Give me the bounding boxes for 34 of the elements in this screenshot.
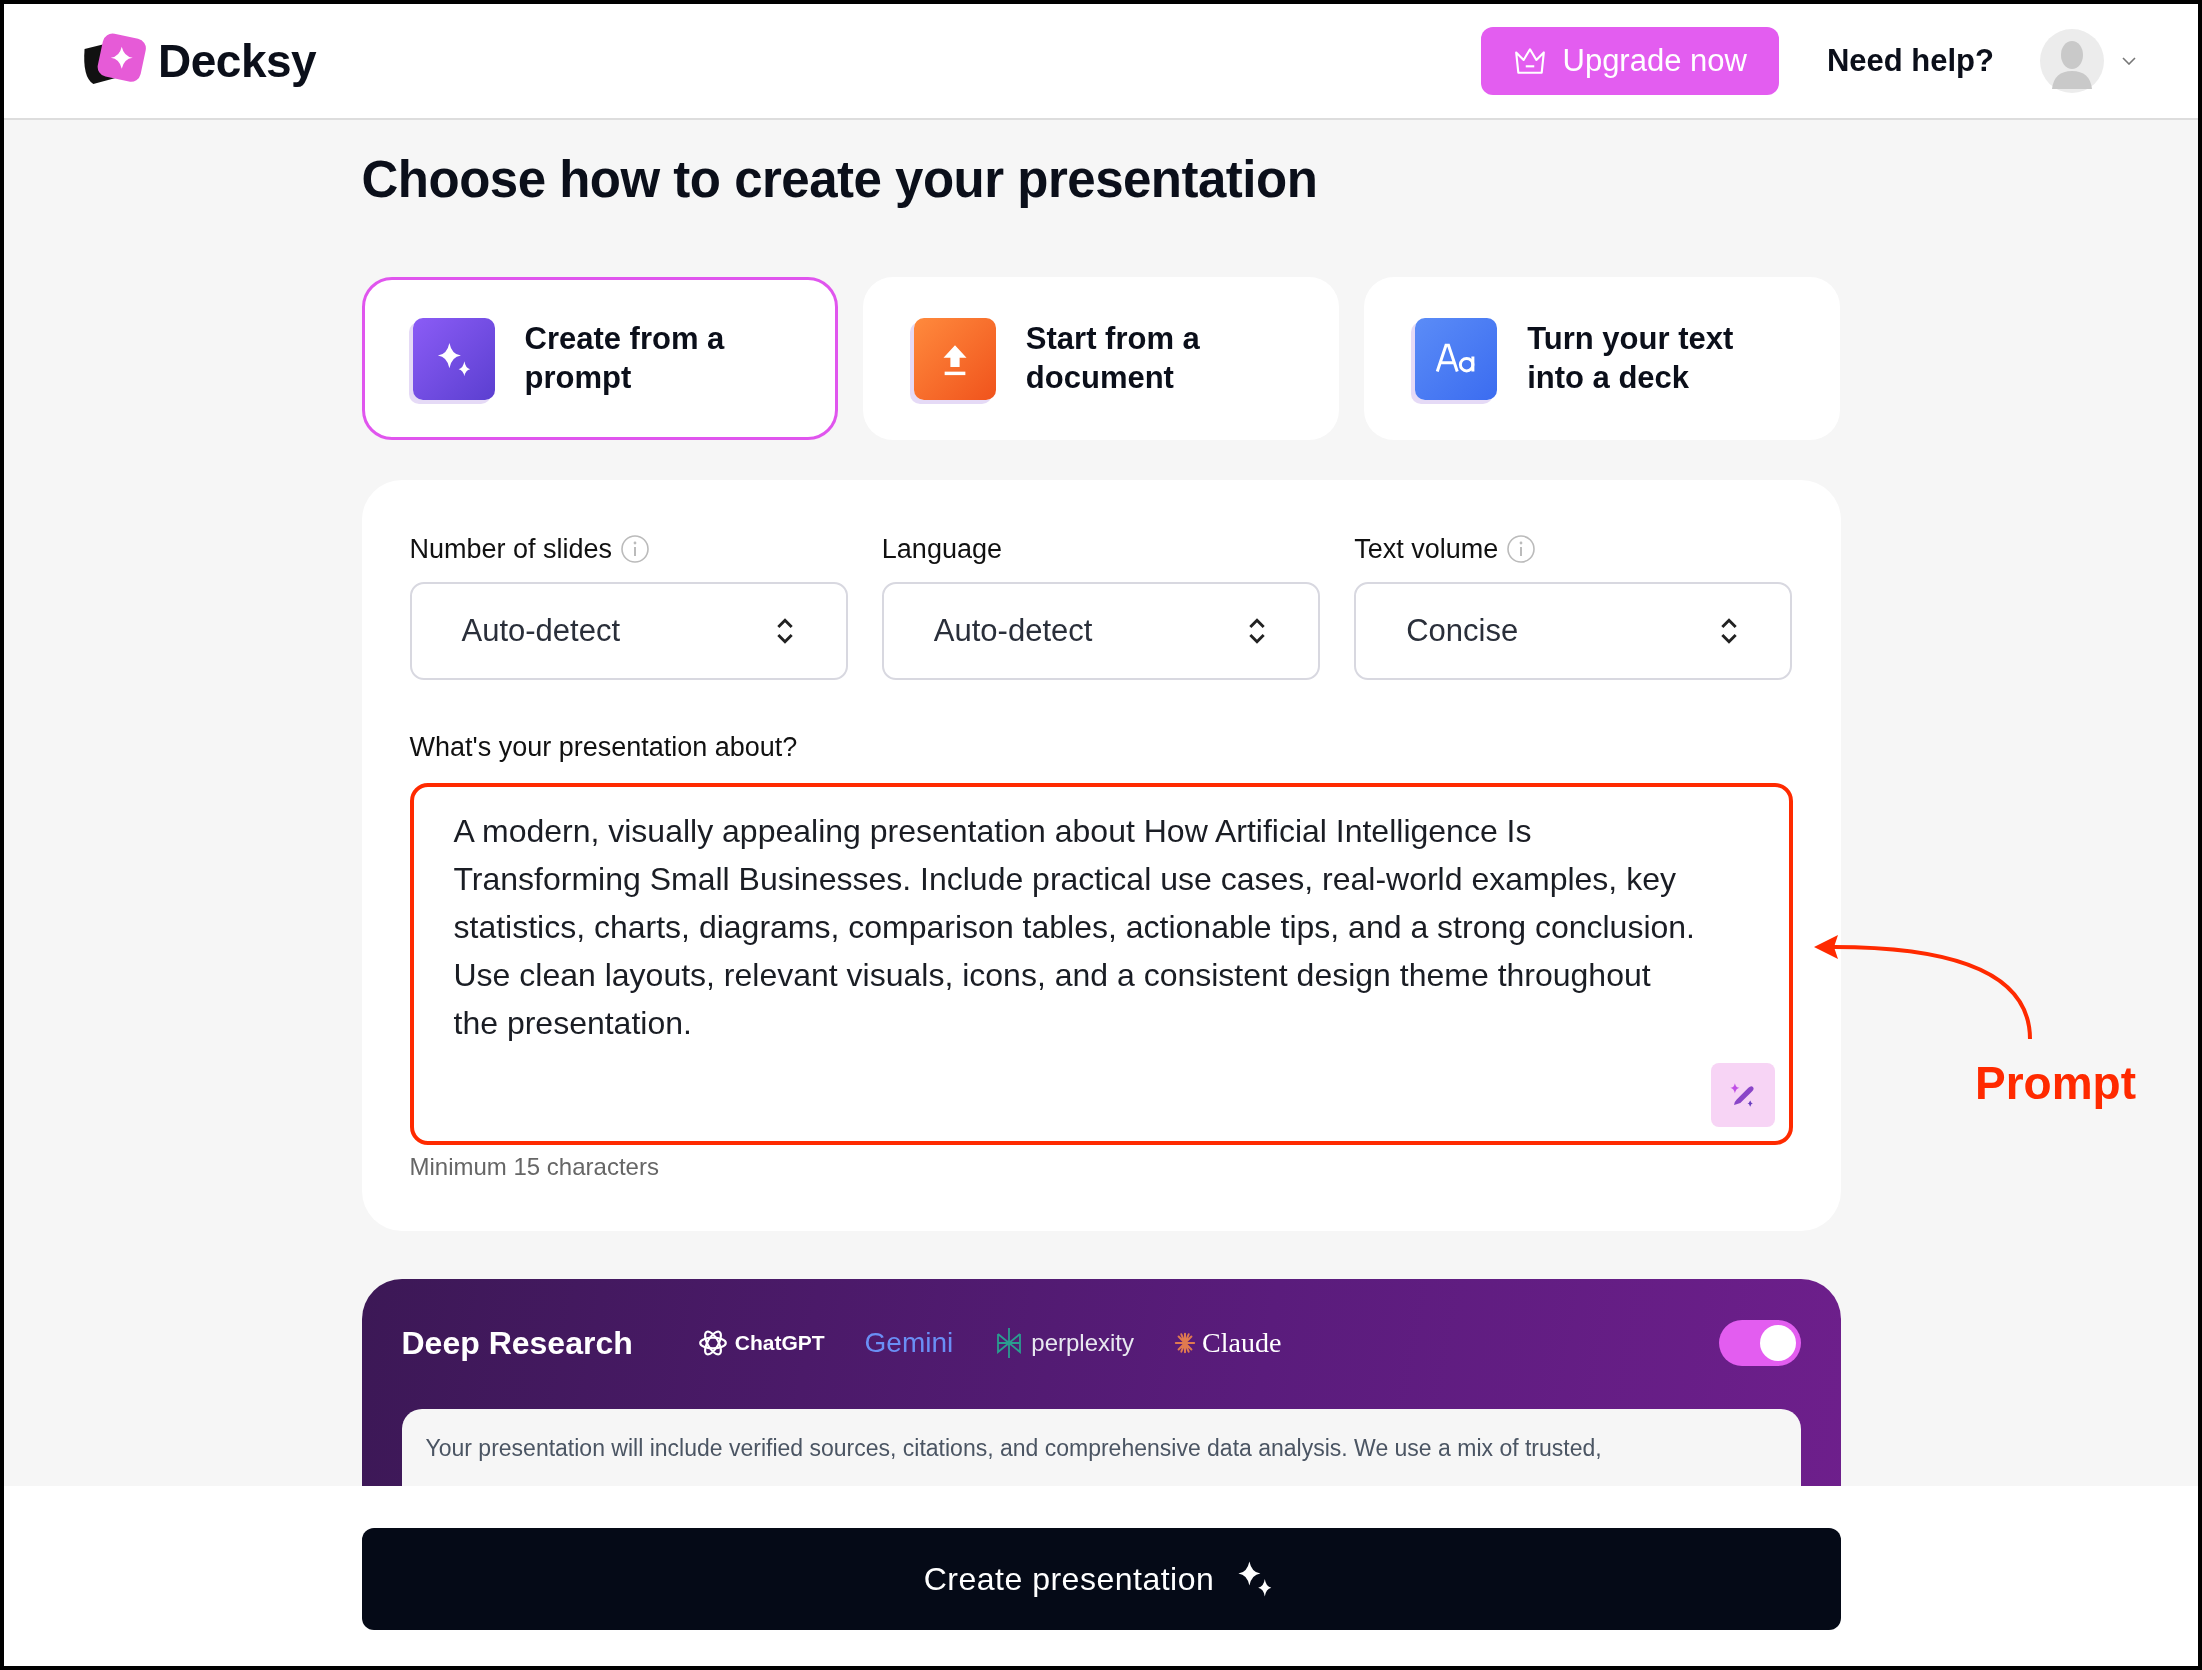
description-text: Your presentation will include verified sources, citations, and comprehensive data analysis. We use a mix of trusted, <box>425 1435 1603 1462</box>
provider-name: ChatGPT <box>734 1331 825 1355</box>
provider-name: perplexity <box>1031 1329 1134 1357</box>
provider-name: Claude <box>1202 1327 1282 1359</box>
field-label: What's your presentation about? <box>409 732 799 763</box>
mode-label: Start from a document <box>1025 320 1201 397</box>
sparkle-icon <box>412 317 495 400</box>
upload-document-icon <box>913 317 996 400</box>
hint-text: Minimum 15 characters <box>409 1153 660 1181</box>
field-label: Language <box>881 533 1002 565</box>
prompt-field[interactable]: A modern, visually appealing presentation about How Artificial Intelligence Is Transforming Small Businesses. Include practical use cases, real-world examples, key statistics, charts, diagrams, comparison tables, actionable tips, and a strong conclusion. Use clean layouts, relevant visuals, icons, and a consistent design theme throughout the presentation. <box>409 783 1793 1145</box>
magic-pencil-button[interactable] <box>1710 1063 1775 1127</box>
crown-icon <box>1512 46 1547 76</box>
annotation-label: Prompt <box>1975 1056 2136 1110</box>
starburst-logo-icon <box>1174 1332 1196 1354</box>
field-label: Number of slides <box>409 533 613 565</box>
page-title: Choose how to create your presentation <box>361 150 1319 209</box>
logo-text: Decksy <box>158 34 317 88</box>
select-field[interactable]: Concise <box>1354 582 1793 680</box>
select-field[interactable]: Auto-detect <box>881 582 1321 680</box>
mode-label: Create from a prompt <box>524 320 726 397</box>
mode-card[interactable]: Create from a prompt <box>361 277 838 440</box>
mode-label: Turn your text into a deck <box>1527 320 1735 397</box>
mode-card[interactable]: Turn your text into a deck <box>1364 277 1841 440</box>
field-label: Text volume <box>1354 533 1499 565</box>
select-field[interactable]: Auto-detect <box>409 582 848 680</box>
help-link[interactable]: Need help? <box>1826 43 1994 79</box>
text-icon <box>1415 317 1498 400</box>
deep-research-toggle[interactable] <box>1718 1320 1801 1366</box>
deep-research-title: Deep Research <box>401 1324 633 1362</box>
provider-name: Gemini <box>864 1327 954 1359</box>
chevron-down-icon[interactable] <box>2122 57 2136 65</box>
create-presentation-button[interactable]: Create presentation <box>361 1528 1841 1630</box>
mode-card[interactable]: Start from a document <box>862 277 1340 440</box>
